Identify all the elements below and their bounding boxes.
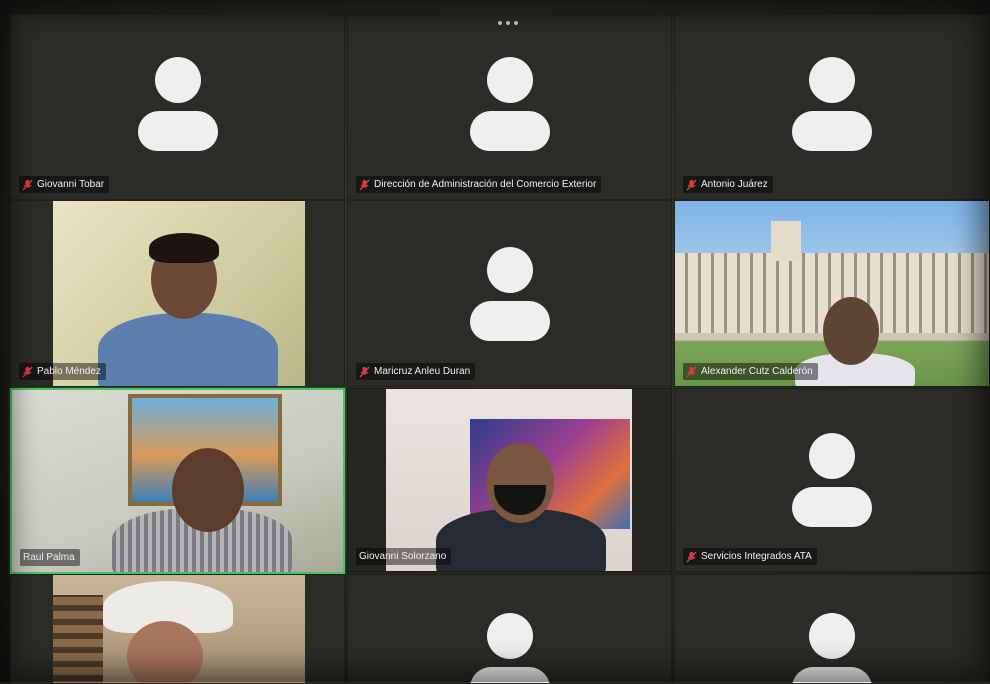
participant-name: Giovanni Solorzano xyxy=(359,551,447,562)
participant-tile[interactable]: Maricruz Anleu Duran xyxy=(347,200,672,387)
participant-name-tag: Raul Palma xyxy=(20,549,80,566)
participant-name: Raul Palma xyxy=(23,552,75,563)
microphone-muted-icon xyxy=(22,366,33,377)
avatar-placeholder-icon xyxy=(469,247,550,341)
video-feed xyxy=(386,389,632,571)
video-feed xyxy=(12,390,343,572)
participant-name-tag: Dirección de Administración del Comercio… xyxy=(356,176,602,193)
more-options-icon[interactable] xyxy=(498,18,526,28)
participant-name-tag: Alexander Cutz Calderón xyxy=(683,363,818,380)
virtual-background-building-tower xyxy=(771,221,801,261)
participant-tile[interactable]: Dirección de Administración del Comercio… xyxy=(347,14,672,200)
participant-name-tag: Maricruz Anleu Duran xyxy=(356,363,476,380)
participant-name: Dirección de Administración del Comercio… xyxy=(374,179,597,190)
participant-video-hair xyxy=(149,233,219,263)
participant-video-figure xyxy=(98,313,278,386)
participant-tile[interactable]: Giovanni Tobar xyxy=(10,14,345,200)
participant-tile[interactable]: Servicios Integrados ATA xyxy=(674,388,990,572)
avatar-placeholder-icon xyxy=(792,57,872,151)
microphone-muted-icon xyxy=(22,179,33,190)
participant-name-tag: Giovanni Solorzano xyxy=(356,548,452,565)
participant-tile[interactable]: Antonio Juárez xyxy=(674,14,990,200)
participant-name: Antonio Juárez xyxy=(701,179,768,190)
participant-tile[interactable] xyxy=(347,574,672,684)
microphone-muted-icon xyxy=(359,366,370,377)
microphone-muted-icon xyxy=(359,179,370,190)
participant-name-tag: Antonio Juárez xyxy=(683,176,773,193)
avatar-placeholder-icon xyxy=(792,613,872,683)
participant-video-face xyxy=(172,448,244,532)
participant-tile[interactable]: Giovanni Solorzano xyxy=(347,388,672,572)
avatar-placeholder-icon xyxy=(469,57,550,151)
participant-name: Maricruz Anleu Duran xyxy=(374,366,471,377)
microphone-muted-icon xyxy=(686,551,697,562)
participant-tile-active-speaker[interactable]: Raul Palma xyxy=(10,388,345,574)
video-feed xyxy=(53,575,305,683)
microphone-muted-icon xyxy=(686,179,697,190)
participant-tile[interactable] xyxy=(674,574,990,684)
bookshelf xyxy=(53,595,103,683)
participant-name: Pablo Méndez xyxy=(37,366,101,377)
microphone-muted-icon xyxy=(686,366,697,377)
participant-video-face xyxy=(823,297,879,365)
video-feed xyxy=(675,201,989,386)
avatar-placeholder-icon xyxy=(137,57,218,151)
participant-video-face xyxy=(127,621,203,683)
participant-tile[interactable]: Alexander Cutz Calderón xyxy=(674,200,990,387)
participant-name-tag: Servicios Integrados ATA xyxy=(683,548,817,565)
avatar-placeholder-icon xyxy=(792,433,872,527)
participant-tile[interactable]: Pablo Méndez xyxy=(10,200,345,387)
participant-name: Servicios Integrados ATA xyxy=(701,551,812,562)
avatar-placeholder-icon xyxy=(469,613,550,683)
participant-name: Alexander Cutz Calderón xyxy=(701,366,813,377)
participant-name: Giovanni Tobar xyxy=(37,179,105,190)
participant-tile[interactable] xyxy=(10,574,345,684)
video-feed xyxy=(53,201,305,386)
participant-name-tag: Pablo Méndez xyxy=(19,363,106,380)
participant-name-tag: Giovanni Tobar xyxy=(19,176,110,193)
